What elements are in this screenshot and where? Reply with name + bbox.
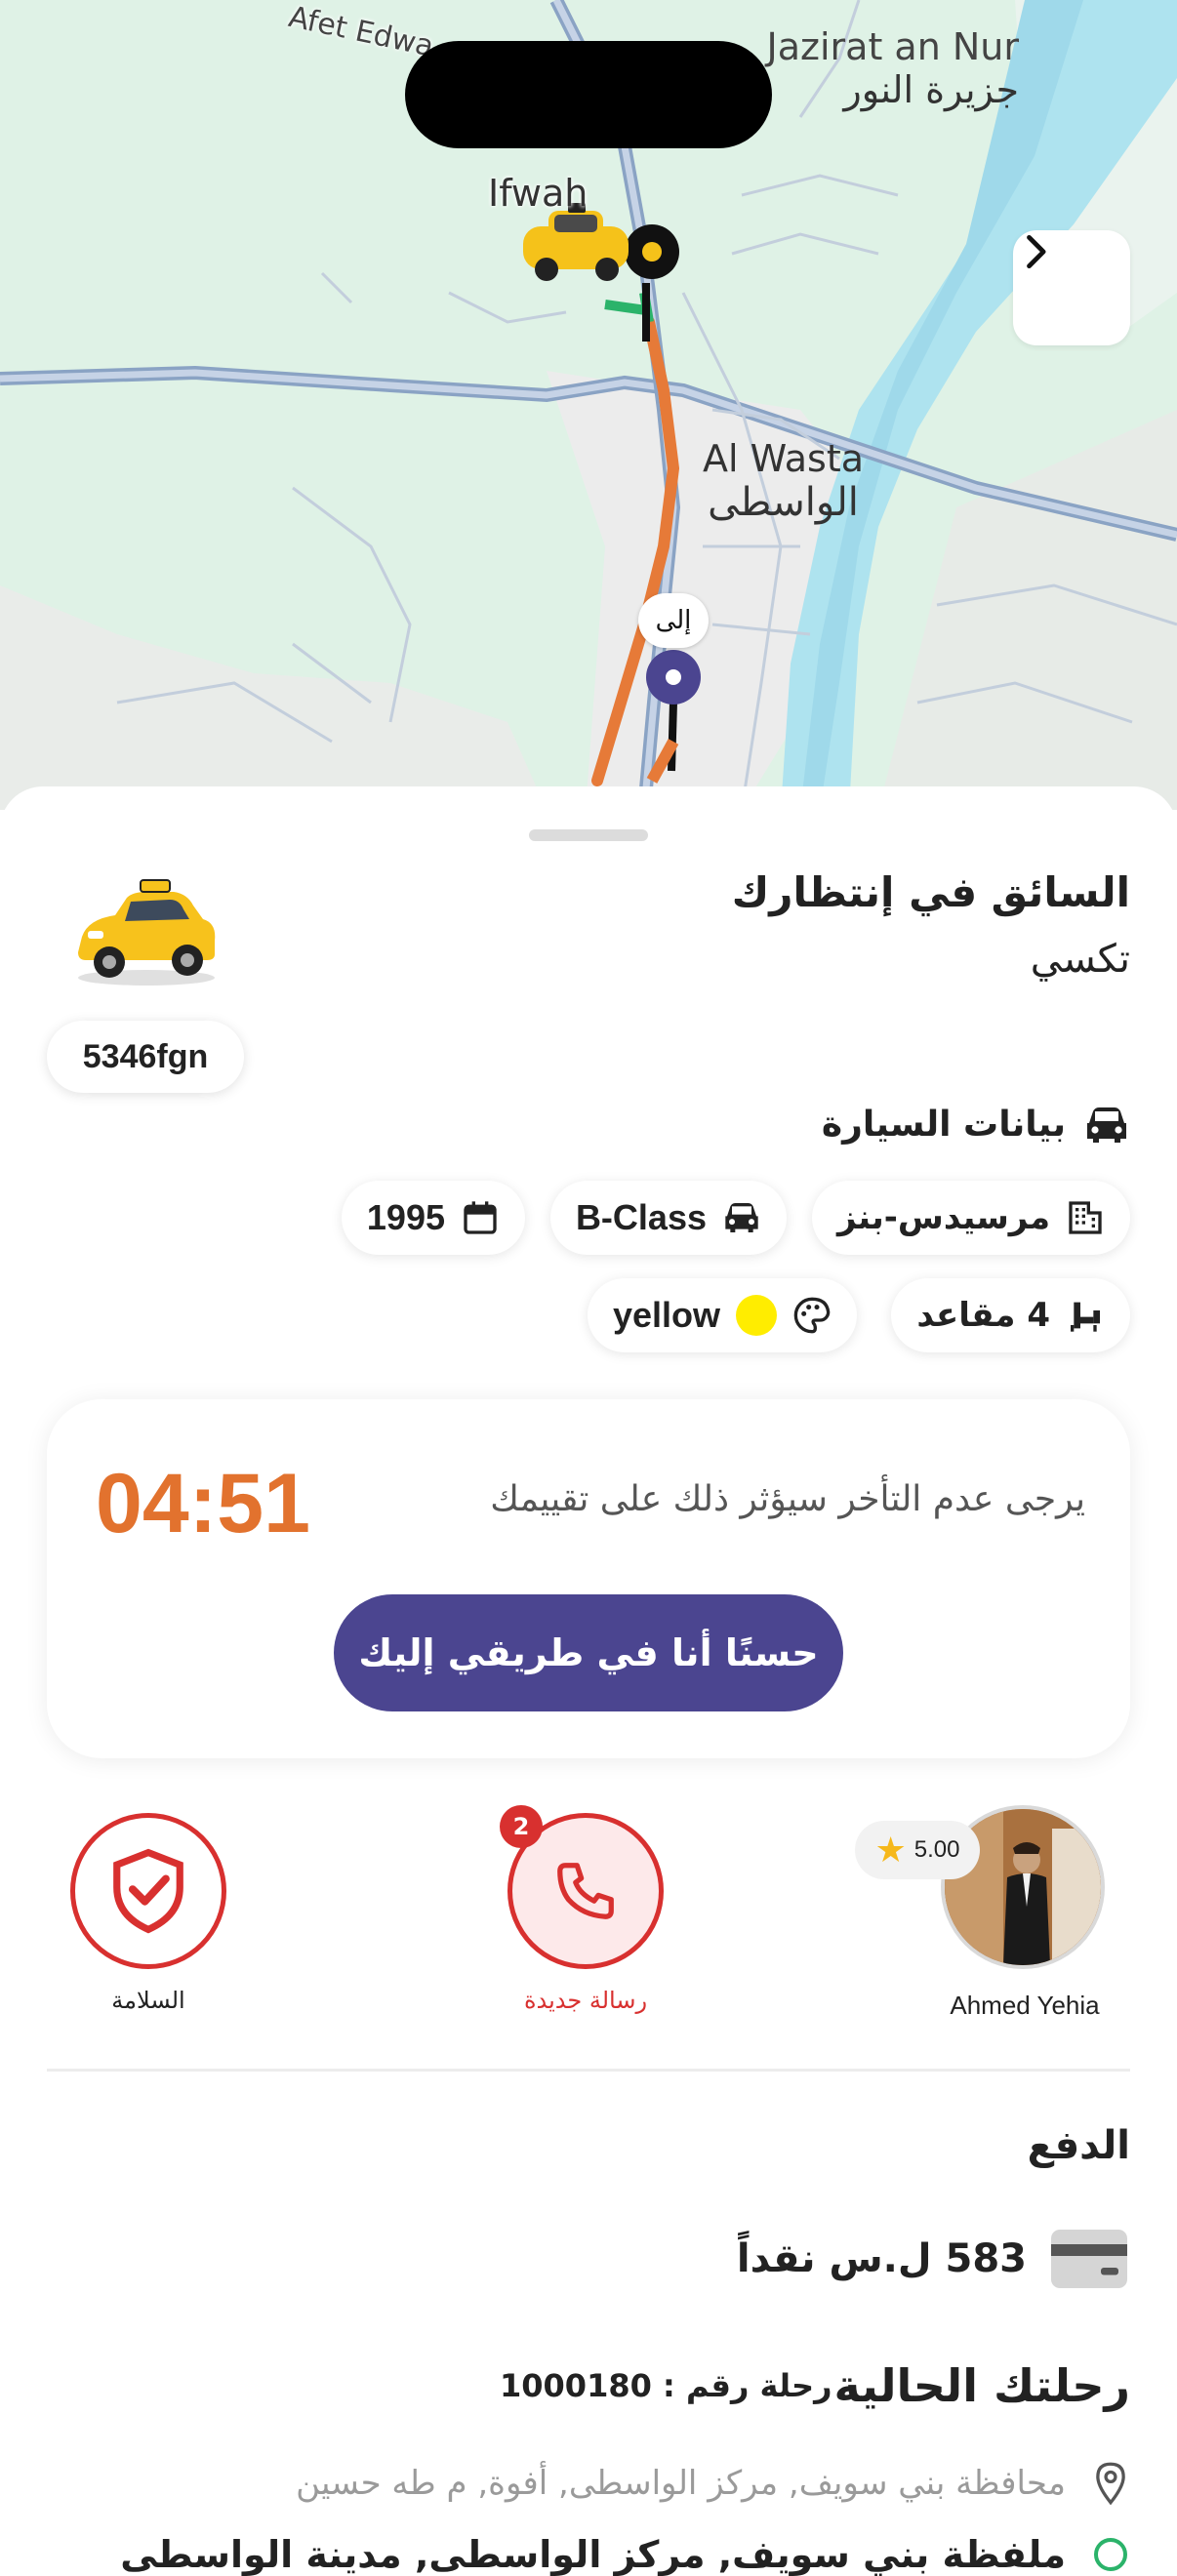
lateness-warning: يرجى عدم التأخر سيؤثر ذلك على تقييمك <box>490 1479 1085 1519</box>
pickup-address-text: محافظة بني سويف, مركز الواسطى, أفوة, م ط… <box>296 2464 1066 2503</box>
status-title: السائق في إنتظارك <box>731 868 1130 916</box>
chip-brand-label: مرسيدس-بنز <box>837 1198 1050 1237</box>
countdown-timer: 04:51 <box>96 1457 310 1550</box>
divider <box>47 2069 1130 2072</box>
chevron-right-icon <box>1027 234 1046 269</box>
dropoff-address: ملفظة بني سويف, مركز الواسطى, مدينة الوا… <box>120 2533 1130 2576</box>
shield-check-icon <box>113 1848 183 1934</box>
vehicle-type: تكسي <box>1030 937 1130 982</box>
driver-rating: ★ 5.00 <box>855 1821 980 1879</box>
dropoff-address-text: ملفظة بني سويف, مركز الواسطى, مدينة الوا… <box>120 2533 1066 2576</box>
destination-tag: إلى <box>638 593 709 648</box>
chip-year-label: 1995 <box>366 1197 445 1237</box>
seat-icon <box>1071 1302 1100 1332</box>
message-count-badge: 2 <box>500 1805 543 1848</box>
driver-name: Ahmed Yehia <box>950 1991 1100 2020</box>
plate-number: 5346fgn <box>47 1021 244 1093</box>
payment-amount: 583 ل.س نقداً <box>736 2236 1027 2281</box>
destination-icon <box>1094 2538 1127 2571</box>
building-icon <box>1069 1201 1102 1234</box>
phone-icon <box>557 1863 614 1919</box>
color-swatch <box>736 1295 777 1336</box>
car-info-header-label: بيانات السيارة <box>821 1105 1066 1145</box>
map-label-town: Al Wasta الواسطى <box>703 437 865 525</box>
trip-number: رحلة رقم : 1000180 <box>500 2367 832 2404</box>
map-label-village: Ifwah <box>488 172 588 215</box>
palette-icon <box>793 1297 831 1334</box>
chip-color-label: yellow <box>612 1295 720 1335</box>
chip-seats-label: 4 مقاعد <box>916 1296 1050 1335</box>
chip-color: yellow <box>587 1278 857 1352</box>
car-icon <box>1087 1107 1126 1143</box>
camera-notch <box>405 41 772 148</box>
next-button[interactable] <box>1013 230 1130 345</box>
pickup-address: محافظة بني سويف, مركز الواسطى, أفوة, م ط… <box>296 2461 1130 2506</box>
message-label: رسالة جديدة <box>523 1987 648 2014</box>
map-label-island: Jazirat an Nur جزيرة النور <box>766 25 1019 111</box>
payment-title: الدفع <box>1027 2123 1130 2168</box>
timer-card: 04:51 يرجى عدم التأخر سيؤثر ذلك على تقيي… <box>47 1399 1130 1758</box>
star-icon: ★ <box>874 1830 907 1870</box>
calendar-icon <box>464 1201 497 1234</box>
card-icon <box>1051 2230 1127 2288</box>
location-pin-icon <box>1096 2462 1125 2506</box>
chip-seats: 4 مقاعد <box>891 1278 1130 1352</box>
on-my-way-button[interactable]: حسنًا أنا في طريقي إليك <box>334 1594 843 1711</box>
car-icon <box>725 1203 758 1232</box>
sheet-handle[interactable] <box>529 829 648 841</box>
safety-button[interactable] <box>70 1813 226 1969</box>
chip-model-label: B-Class <box>575 1197 707 1237</box>
driver-rating-value: 5.00 <box>913 1836 960 1863</box>
chip-year: 1995 <box>341 1181 525 1255</box>
taxi-icon <box>78 879 216 986</box>
safety-label: السلامة <box>111 1987 185 2014</box>
current-trip-title: رحلتك الحالية <box>833 2359 1130 2412</box>
car-info-header: بيانات السيارة <box>822 1105 1130 1145</box>
chip-brand: مرسيدس-بنز <box>812 1181 1130 1255</box>
payment-row: 583 ل.س نقداً <box>737 2227 1130 2291</box>
chip-model: B-Class <box>549 1181 787 1255</box>
